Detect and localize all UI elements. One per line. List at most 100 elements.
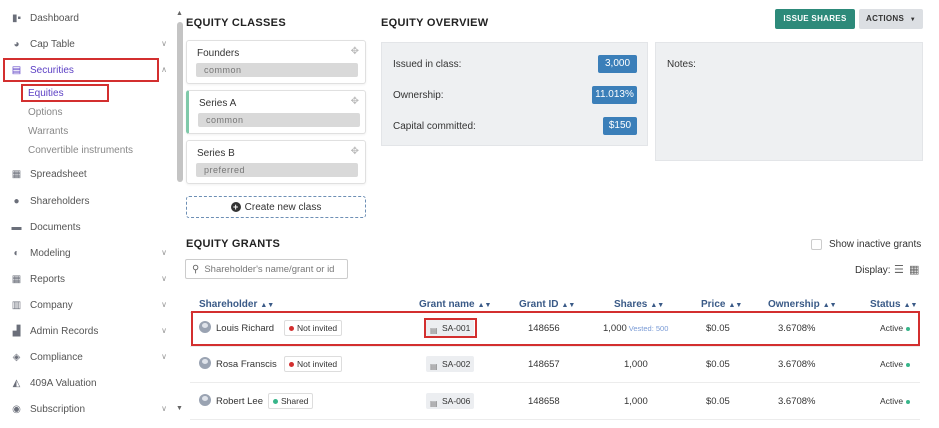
sidebar-item-label: Documents bbox=[30, 221, 81, 233]
sidebar-item-label: Modeling bbox=[30, 247, 71, 259]
sidebar-subitem-warrants[interactable]: Warrants bbox=[28, 126, 68, 137]
grant-name-tag[interactable]: ▤ SA-006 bbox=[426, 393, 475, 409]
create-new-class-label: Create new class bbox=[244, 201, 322, 213]
sidebar-item-dashboard[interactable]: ▮▪ Dashboard bbox=[0, 6, 175, 30]
actions-dropdown-button[interactable]: ACTIONS ▼ bbox=[859, 9, 923, 29]
issued-label: Issued in class: bbox=[393, 59, 462, 70]
building-icon: ▥ bbox=[11, 299, 22, 311]
sort-icon: ▲▼ bbox=[728, 302, 743, 309]
sidebar-subitem-convertible[interactable]: Convertible instruments bbox=[28, 145, 133, 156]
spreadsheet-icon: ▦ bbox=[11, 168, 22, 180]
drag-handle-icon[interactable]: ✥ bbox=[351, 146, 359, 157]
drag-handle-icon[interactable]: ✥ bbox=[351, 96, 359, 107]
sidebar-item-label: Cap Table bbox=[30, 38, 75, 50]
sort-icon: ▲▼ bbox=[561, 302, 576, 309]
shareholder-name[interactable]: Robert Lee bbox=[216, 396, 263, 407]
active-dot-icon bbox=[906, 399, 911, 404]
chevron-down-icon: ∨ bbox=[161, 300, 167, 309]
valuation-icon: ◭ bbox=[12, 377, 21, 389]
sidebar-item-shareholders[interactable]: ● Shareholders bbox=[0, 189, 175, 213]
ownership-label: Ownership: bbox=[393, 90, 444, 101]
create-new-class-button[interactable]: + Create new class bbox=[186, 196, 366, 218]
col-label: Status bbox=[870, 299, 901, 310]
col-ownership[interactable]: Ownership ▲▼ bbox=[768, 299, 837, 310]
status-label: Active bbox=[880, 396, 904, 406]
sidebar-item-label: Subscription bbox=[30, 403, 86, 415]
chevron-down-icon: ∨ bbox=[161, 274, 167, 283]
sidebar-item-cap-table[interactable]: ◕ Cap Table ∨ bbox=[0, 32, 175, 56]
chevron-down-icon: ∨ bbox=[161, 39, 167, 48]
sidebar-item-label: Shareholders bbox=[30, 195, 90, 207]
bulb-icon: ◐ bbox=[13, 247, 20, 259]
grant-highlight bbox=[424, 318, 477, 338]
col-grant-id[interactable]: Grant ID ▲▼ bbox=[519, 299, 575, 310]
grid-view-icon[interactable]: ▦ bbox=[909, 263, 919, 276]
issue-shares-button[interactable]: ISSUE SHARES bbox=[775, 9, 855, 29]
issued-value-badge: 3,000 bbox=[598, 55, 637, 73]
col-label: Shares bbox=[614, 299, 648, 310]
sidebar-item-subscription[interactable]: ◉ Subscription ∨ bbox=[0, 397, 175, 421]
table-row[interactable]: Robert Lee Shared ▤ SA-006 148658 1,000 $… bbox=[190, 384, 920, 420]
sidebar-item-modeling[interactable]: ◐ Modeling ∨ bbox=[0, 241, 175, 265]
shareholder-name[interactable]: Rosa Franscis bbox=[216, 359, 277, 370]
grant-id: 148657 bbox=[528, 359, 560, 370]
class-name: Founders bbox=[197, 48, 240, 59]
shield-icon: ◈ bbox=[12, 351, 21, 363]
sidebar-item-spreadsheet[interactable]: ▦ Spreadsheet bbox=[0, 162, 175, 186]
sidebar-subitem-options[interactable]: Options bbox=[28, 107, 62, 118]
grant-label: SA-006 bbox=[442, 396, 471, 406]
capital-label: Capital committed: bbox=[393, 121, 476, 132]
show-inactive-checkbox[interactable] bbox=[811, 239, 822, 250]
certificate-icon: ▤ bbox=[430, 399, 438, 408]
col-price[interactable]: Price ▲▼ bbox=[701, 299, 742, 310]
col-shares[interactable]: Shares ▲▼ bbox=[614, 299, 664, 310]
col-status[interactable]: Status ▲▼ bbox=[870, 299, 917, 310]
row-highlight bbox=[191, 311, 920, 346]
class-type-tag: common bbox=[198, 113, 360, 127]
sidebar-item-label: Company bbox=[30, 299, 73, 311]
sort-icon: ▲▼ bbox=[650, 302, 665, 309]
sidebar-item-admin-records[interactable]: ▟ Admin Records ∨ bbox=[0, 319, 175, 343]
securities-highlight bbox=[3, 58, 159, 82]
caret-down-icon: ▼ bbox=[909, 17, 916, 23]
grant-name-tag[interactable]: ▤ SA-002 bbox=[426, 356, 475, 372]
sort-icon: ▲▼ bbox=[903, 302, 918, 309]
sidebar-item-label: Reports bbox=[30, 273, 66, 285]
folder-icon: ▬ bbox=[11, 221, 22, 233]
status: Active bbox=[880, 359, 911, 369]
badge-label: Shared bbox=[281, 396, 309, 406]
pie-chart-icon: ◕ bbox=[13, 38, 20, 50]
sidebar-item-compliance[interactable]: ◈ Compliance ∨ bbox=[0, 345, 175, 369]
sidebar-item-409a-valuation[interactable]: ◭ 409A Valuation bbox=[0, 371, 175, 395]
sidebar-item-documents[interactable]: ▬ Documents bbox=[0, 215, 175, 239]
col-grant-name[interactable]: Grant name ▲▼ bbox=[419, 299, 491, 310]
notes-panel[interactable]: Notes: bbox=[655, 42, 923, 161]
list-view-icon[interactable]: ☰ bbox=[894, 263, 904, 276]
search-input[interactable] bbox=[204, 263, 345, 275]
sidebar-item-reports[interactable]: ▦ Reports ∨ bbox=[0, 267, 175, 291]
grant-search-box[interactable]: ⚲ bbox=[185, 259, 348, 279]
scroll-down-arrow-icon[interactable]: ▼ bbox=[176, 405, 183, 412]
col-shareholder[interactable]: Shareholder ▲▼ bbox=[199, 299, 274, 310]
status: Active bbox=[880, 396, 911, 406]
badge-label: Not invited bbox=[297, 359, 338, 369]
class-card-series-b[interactable]: Series B ✥ preferred bbox=[186, 140, 366, 184]
actions-label: ACTIONS bbox=[866, 14, 905, 23]
capital-value-badge: $150 bbox=[603, 117, 637, 135]
col-label: Ownership bbox=[768, 299, 820, 310]
sidebar-item-label: Admin Records bbox=[30, 325, 99, 337]
report-icon: ▦ bbox=[11, 273, 22, 285]
price: $0.05 bbox=[706, 359, 730, 370]
equity-classes-title: EQUITY CLASSES bbox=[186, 17, 286, 29]
class-card-series-a[interactable]: Series A ✥ common bbox=[186, 90, 366, 134]
class-card-founders[interactable]: Founders ✥ common bbox=[186, 40, 366, 84]
scrollbar-thumb[interactable] bbox=[177, 22, 183, 182]
sidebar-item-label: Compliance bbox=[30, 351, 83, 363]
subscription-icon: ◉ bbox=[12, 403, 21, 415]
sidebar-item-label: 409A Valuation bbox=[30, 377, 97, 389]
col-label: Grant ID bbox=[519, 299, 559, 310]
scroll-up-arrow-icon[interactable]: ▲ bbox=[176, 10, 183, 17]
drag-handle-icon[interactable]: ✥ bbox=[351, 46, 359, 57]
sidebar-item-company[interactable]: ▥ Company ∨ bbox=[0, 293, 175, 317]
table-row[interactable]: Rosa Franscis Not invited ▤ SA-002 148657… bbox=[190, 347, 920, 383]
